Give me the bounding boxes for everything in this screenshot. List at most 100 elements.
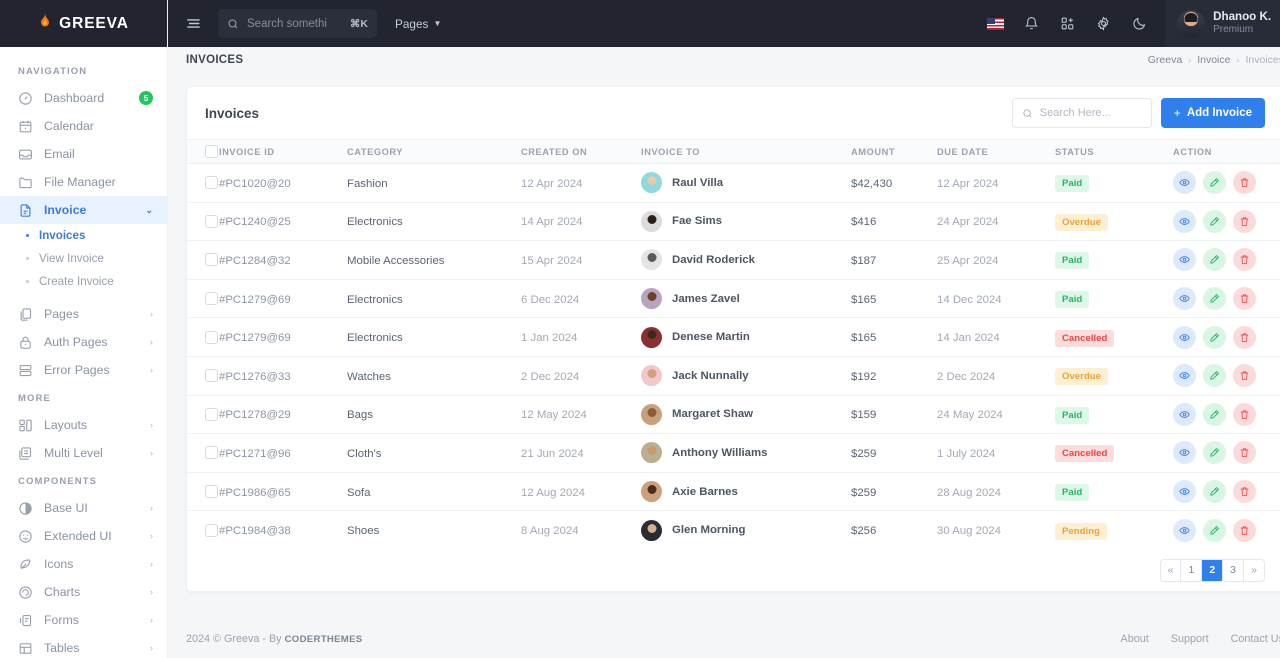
pagination-prev[interactable]: « (1160, 559, 1182, 581)
delete-icon[interactable] (1233, 171, 1256, 195)
table-search[interactable] (1011, 98, 1152, 128)
menu-toggle-icon[interactable] (182, 13, 204, 35)
view-icon[interactable] (1173, 518, 1196, 542)
add-invoice-button[interactable]: + Add Invoice (1160, 98, 1265, 128)
breadcrumb-parent[interactable]: Invoice (1197, 54, 1230, 66)
settings-button[interactable] (1088, 9, 1118, 39)
view-icon[interactable] (1173, 364, 1196, 388)
col-invoice-to[interactable]: INVOICE TO (641, 139, 851, 164)
sidebar-item-charts[interactable]: Charts › (0, 578, 167, 606)
row-checkbox[interactable] (205, 176, 218, 190)
view-icon[interactable] (1173, 171, 1196, 195)
sidebar-item-layouts[interactable]: Layouts › (0, 411, 167, 439)
user-profile-menu[interactable]: Dhanoo K. Premium ▼ (1165, 0, 1280, 47)
pages-dropdown[interactable]: Pages ▼ (395, 17, 441, 31)
row-checkbox[interactable] (205, 446, 218, 460)
row-checkbox[interactable] (205, 330, 218, 344)
delete-icon[interactable] (1233, 364, 1256, 388)
table-row[interactable]: #PC1278@29 Bags 12 May 2024 Margaret Shaw $1… (187, 395, 1280, 435)
pagination-page-2[interactable]: 2 (1202, 559, 1224, 581)
pagination-page-3[interactable]: 3 (1223, 559, 1244, 581)
view-icon[interactable] (1173, 325, 1196, 349)
select-all-checkbox[interactable] (205, 145, 218, 158)
delete-icon[interactable] (1233, 209, 1256, 233)
delete-icon[interactable] (1233, 441, 1256, 465)
sidebar-item-tables[interactable]: Tables › (0, 634, 167, 658)
sidebar-item-extended-ui[interactable]: Extended UI › (0, 522, 167, 550)
dark-mode-toggle[interactable] (1124, 9, 1154, 39)
sidebar-item-dashboard[interactable]: Dashboard 5 (0, 84, 167, 112)
sidebar-subitem-view-invoice[interactable]: View Invoice (0, 247, 167, 270)
footer-link-about[interactable]: About (1121, 633, 1149, 645)
sidebar-subitem-invoices[interactable]: Invoices (0, 224, 167, 247)
table-row[interactable]: #PC1240@25 Electronics 14 Apr 2024 Fae Sims… (187, 202, 1280, 242)
table-row[interactable]: #PC1279@69 Electronics 1 Jan 2024 Denese Ma… (187, 317, 1280, 357)
language-flag-button[interactable] (980, 9, 1010, 39)
sidebar-item-invoice[interactable]: Invoice ⌄ (0, 196, 167, 224)
col-due-date[interactable]: DUE DATE (937, 139, 1055, 164)
sidebar-item-auth-pages[interactable]: Auth Pages › (0, 328, 167, 356)
footer-link-support[interactable]: Support (1171, 633, 1209, 645)
edit-icon[interactable] (1203, 209, 1226, 233)
sidebar-item-file-manager[interactable]: File Manager (0, 168, 167, 196)
sidebar-item-forms[interactable]: Forms › (0, 606, 167, 634)
col-created-on[interactable]: CREATED ON (521, 139, 641, 164)
row-checkbox[interactable] (205, 214, 218, 228)
view-icon[interactable] (1173, 287, 1196, 311)
delete-icon[interactable] (1233, 287, 1256, 311)
breadcrumb-root[interactable]: Greeva (1148, 54, 1182, 66)
sidebar-item-base-ui[interactable]: Base UI › (0, 494, 167, 522)
table-row[interactable]: #PC1271@96 Cloth's 21 Jun 2024 Anthony Will… (187, 433, 1280, 473)
footer-link-contact[interactable]: Contact Us (1231, 633, 1280, 645)
table-row[interactable]: #PC1276@33 Watches 2 Dec 2024 Jack Nunnally… (187, 356, 1280, 396)
sidebar-item-error-pages[interactable]: Error Pages › (0, 356, 167, 384)
sidebar-item-email[interactable]: Email (0, 140, 167, 168)
table-row[interactable]: #PC1020@20 Fashion 12 Apr 2024 Raul Villa $4… (187, 163, 1280, 203)
row-checkbox[interactable] (205, 485, 218, 499)
view-icon[interactable] (1173, 402, 1196, 426)
delete-icon[interactable] (1233, 402, 1256, 426)
notifications-button[interactable] (1016, 9, 1046, 39)
edit-icon[interactable] (1203, 402, 1226, 426)
table-row[interactable]: #PC1984@38 Shoes 8 Aug 2024 Glen Morning $25… (187, 511, 1280, 550)
apps-button[interactable] (1052, 9, 1082, 39)
search-input[interactable] (247, 17, 327, 30)
sidebar-item-multi-level[interactable]: Multi Level › (0, 439, 167, 467)
col-status[interactable]: STATUS (1055, 139, 1173, 164)
global-search[interactable]: ⌘K (218, 9, 377, 38)
view-icon[interactable] (1173, 480, 1196, 504)
delete-icon[interactable] (1233, 480, 1256, 504)
table-search-input[interactable] (1039, 107, 1142, 119)
edit-icon[interactable] (1203, 364, 1226, 388)
view-icon[interactable] (1173, 209, 1196, 233)
edit-icon[interactable] (1203, 480, 1226, 504)
sidebar-item-pages[interactable]: Pages › (0, 300, 167, 328)
sidebar-item-calendar[interactable]: Calendar (0, 112, 167, 140)
delete-icon[interactable] (1233, 248, 1256, 272)
edit-icon[interactable] (1203, 287, 1226, 311)
col-amount[interactable]: AMOUNT (851, 139, 937, 164)
sidebar-item-icons[interactable]: Icons › (0, 550, 167, 578)
delete-icon[interactable] (1233, 518, 1256, 542)
pagination-page-1[interactable]: 1 (1181, 559, 1203, 581)
brand-logo[interactable]: GREEVA (0, 0, 167, 47)
sidebar-subitem-create-invoice[interactable]: Create Invoice (0, 270, 167, 293)
delete-icon[interactable] (1233, 325, 1256, 349)
row-checkbox[interactable] (205, 407, 218, 421)
row-checkbox[interactable] (205, 523, 218, 537)
table-row[interactable]: #PC1279@69 Electronics 6 Dec 2024 James Zav… (187, 279, 1280, 319)
row-checkbox[interactable] (205, 369, 218, 383)
view-icon[interactable] (1173, 248, 1196, 272)
view-icon[interactable] (1173, 441, 1196, 465)
edit-icon[interactable] (1203, 248, 1226, 272)
edit-icon[interactable] (1203, 441, 1226, 465)
col-category[interactable]: CATEGORY (347, 139, 521, 164)
row-checkbox[interactable] (205, 253, 218, 267)
table-row[interactable]: #PC1986@65 Sofa 12 Aug 2024 Axie Barnes $259… (187, 472, 1280, 512)
edit-icon[interactable] (1203, 518, 1226, 542)
table-row[interactable]: #PC1284@32 Mobile Accessories 15 Apr 2024 D… (187, 240, 1280, 280)
edit-icon[interactable] (1203, 171, 1226, 195)
edit-icon[interactable] (1203, 325, 1226, 349)
pagination-next[interactable]: » (1244, 559, 1264, 581)
row-checkbox[interactable] (205, 292, 218, 306)
